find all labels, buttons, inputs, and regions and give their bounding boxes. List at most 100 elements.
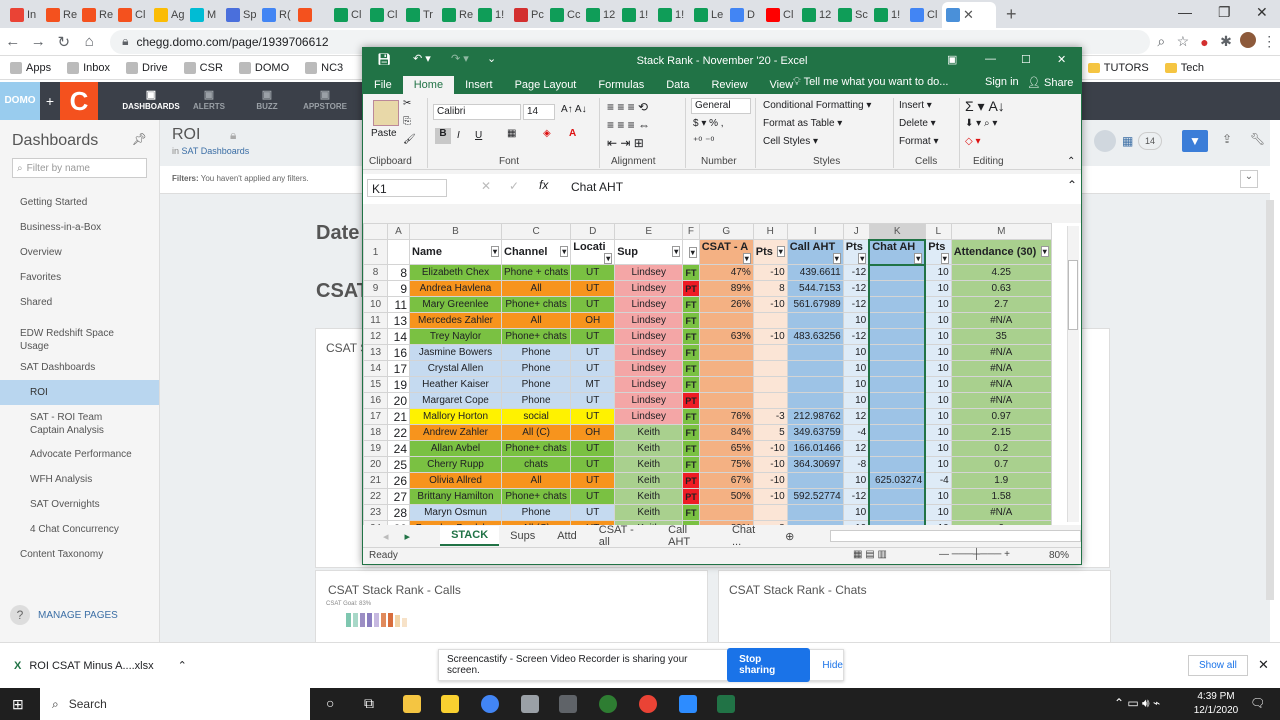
menu-icon[interactable]: ⋮ bbox=[1258, 33, 1280, 50]
column-header[interactable]: F bbox=[682, 223, 700, 240]
ribbon-tab-insert[interactable]: Insert bbox=[454, 76, 504, 94]
supervisor-cell[interactable]: Lindsey bbox=[614, 408, 684, 425]
call-aht-cell[interactable] bbox=[786, 392, 844, 409]
csat-cell[interactable] bbox=[698, 376, 754, 393]
points-cell[interactable] bbox=[752, 360, 788, 377]
row-header[interactable]: 17 bbox=[363, 408, 388, 425]
manage-pages-link[interactable]: ? MANAGE PAGES bbox=[10, 605, 118, 625]
name-cell[interactable]: Andrew Zahler bbox=[409, 424, 502, 441]
browser-tab[interactable]: Le bbox=[690, 2, 726, 28]
filter-dropdown-icon[interactable]: ▾ bbox=[672, 246, 681, 257]
row-header[interactable]: 18 bbox=[363, 424, 388, 441]
points-cell[interactable]: -10 bbox=[752, 264, 788, 281]
name-cell[interactable]: Maryn Osmun bbox=[409, 504, 502, 521]
task-view-icon[interactable]: ⧉ bbox=[364, 695, 374, 712]
points-cell[interactable]: -4 bbox=[842, 424, 870, 441]
points-cell[interactable]: -12 bbox=[842, 296, 870, 313]
browser-tab[interactable]: Pc bbox=[510, 2, 546, 28]
csat-cell[interactable]: 89% bbox=[698, 280, 754, 297]
points-cell[interactable]: -10 bbox=[752, 296, 788, 313]
filter-dropdown-icon[interactable]: ▾ bbox=[688, 246, 697, 258]
points-cell[interactable]: -10 bbox=[752, 328, 788, 345]
chrome-icon[interactable] bbox=[481, 695, 499, 713]
column-header[interactable]: K bbox=[868, 223, 926, 240]
column-header[interactable]: G bbox=[698, 223, 754, 240]
status-cell[interactable]: PT bbox=[682, 488, 700, 505]
bold-icon[interactable]: B bbox=[435, 128, 451, 144]
borders-icon[interactable]: ▦ bbox=[507, 128, 516, 139]
supervisor-cell[interactable]: Lindsey bbox=[614, 392, 684, 409]
zoom-slider[interactable]: — ───┼─── + bbox=[939, 549, 1010, 560]
rank-cell[interactable]: 14 bbox=[387, 328, 410, 345]
call-aht-cell[interactable] bbox=[786, 376, 844, 393]
pin-icon[interactable]: 📌︎ bbox=[132, 132, 147, 150]
chevron-up-icon[interactable]: ⌃ bbox=[178, 659, 187, 672]
bookmark[interactable]: Inbox bbox=[67, 61, 110, 74]
sidebar-item[interactable]: Business-in-a-Box bbox=[0, 215, 159, 240]
points-cell[interactable]: 10 bbox=[924, 456, 952, 473]
points-cell[interactable] bbox=[752, 312, 788, 329]
row-header[interactable]: 9 bbox=[363, 280, 388, 297]
filter-icon[interactable]: ▼ bbox=[1182, 130, 1208, 152]
attendance-cell[interactable]: #N/A bbox=[950, 376, 1052, 393]
supervisor-cell[interactable]: Keith bbox=[614, 440, 684, 457]
bookmark-folder[interactable]: Tech bbox=[1164, 62, 1204, 74]
points-cell[interactable]: -12 bbox=[842, 264, 870, 281]
rank-cell[interactable]: 26 bbox=[387, 472, 410, 489]
sidebar-item[interactable]: EDW Redshift Space Usage bbox=[0, 321, 159, 355]
call-aht-cell[interactable]: 592.52774 bbox=[786, 488, 844, 505]
paste-button[interactable]: Paste bbox=[371, 128, 397, 139]
minimize-window-icon[interactable]: — bbox=[1178, 4, 1192, 20]
insert-cells-button[interactable]: Insert ▾ bbox=[899, 100, 932, 111]
name-cell[interactable]: Mallory Horton bbox=[409, 408, 502, 425]
location-cell[interactable]: UT bbox=[570, 296, 616, 313]
filter-dropdown-icon[interactable]: ▾ bbox=[1040, 246, 1049, 257]
rank-cell[interactable]: 21 bbox=[387, 408, 410, 425]
zoom-icon[interactable]: ⌕ bbox=[1150, 33, 1172, 50]
location-cell[interactable]: UT bbox=[570, 456, 616, 473]
chat-aht-cell[interactable] bbox=[868, 456, 927, 473]
name-cell[interactable]: Cherry Rupp bbox=[409, 456, 502, 473]
channel-cell[interactable]: chats bbox=[500, 456, 572, 473]
scroll-right-icon[interactable]: ▸ bbox=[397, 530, 441, 543]
csat-cell[interactable]: 26% bbox=[698, 296, 754, 313]
browser-tab[interactable]: Re bbox=[438, 2, 474, 28]
csat-cell[interactable]: 63% bbox=[698, 328, 754, 345]
chat-aht-cell[interactable] bbox=[868, 488, 927, 505]
csat-cell[interactable]: 67% bbox=[698, 472, 754, 489]
location-cell[interactable]: UT bbox=[570, 328, 616, 345]
bookmark[interactable]: CSR bbox=[183, 61, 223, 74]
horizontal-scrollbar[interactable] bbox=[830, 530, 1081, 542]
zoom-app-icon[interactable] bbox=[679, 695, 697, 713]
sign-in-link[interactable]: Sign in bbox=[985, 76, 1019, 88]
column-header[interactable]: E bbox=[614, 223, 684, 240]
column-header[interactable]: I bbox=[786, 223, 844, 240]
taskbar-search-box[interactable]: ⌕ Search bbox=[40, 688, 310, 720]
name-cell[interactable]: Brittany Hamilton bbox=[409, 488, 502, 505]
status-cell[interactable]: PT bbox=[682, 280, 700, 297]
format-painter-icon[interactable]: 🖌︎ bbox=[403, 134, 416, 145]
supervisor-cell[interactable]: Lindsey bbox=[614, 376, 684, 393]
windows-start-icon[interactable]: ⊞ bbox=[12, 696, 24, 713]
status-cell[interactable]: FT bbox=[682, 328, 700, 345]
forward-icon[interactable]: → bbox=[26, 33, 52, 50]
channel-cell[interactable]: Phone+ chats bbox=[500, 296, 572, 313]
points-cell[interactable]: -10 bbox=[752, 440, 788, 457]
home-icon[interactable]: ⌂ bbox=[77, 33, 103, 50]
supervisor-cell[interactable]: Keith bbox=[614, 504, 684, 521]
rank-cell[interactable]: 20 bbox=[387, 392, 410, 409]
browser-tab[interactable]: 12 bbox=[582, 2, 618, 28]
row-header[interactable]: 22 bbox=[363, 488, 388, 505]
chat-aht-cell[interactable] bbox=[868, 376, 927, 393]
rank-cell[interactable]: 8 bbox=[387, 264, 410, 281]
points-cell[interactable]: 10 bbox=[924, 360, 952, 377]
supervisor-cell[interactable]: Keith bbox=[614, 488, 684, 505]
supervisor-cell[interactable]: Lindsey bbox=[614, 296, 684, 313]
network-app-icon[interactable] bbox=[599, 695, 617, 713]
location-cell[interactable]: UT bbox=[570, 408, 616, 425]
domo-nav-appstore[interactable]: ▣ APPSTORE bbox=[296, 89, 354, 113]
call-aht-cell[interactable] bbox=[786, 312, 844, 329]
page-scrollbar[interactable] bbox=[1266, 200, 1274, 600]
paste-icon[interactable] bbox=[373, 100, 399, 126]
table-header-cell[interactable]: Call AHT ▾ bbox=[786, 239, 844, 265]
